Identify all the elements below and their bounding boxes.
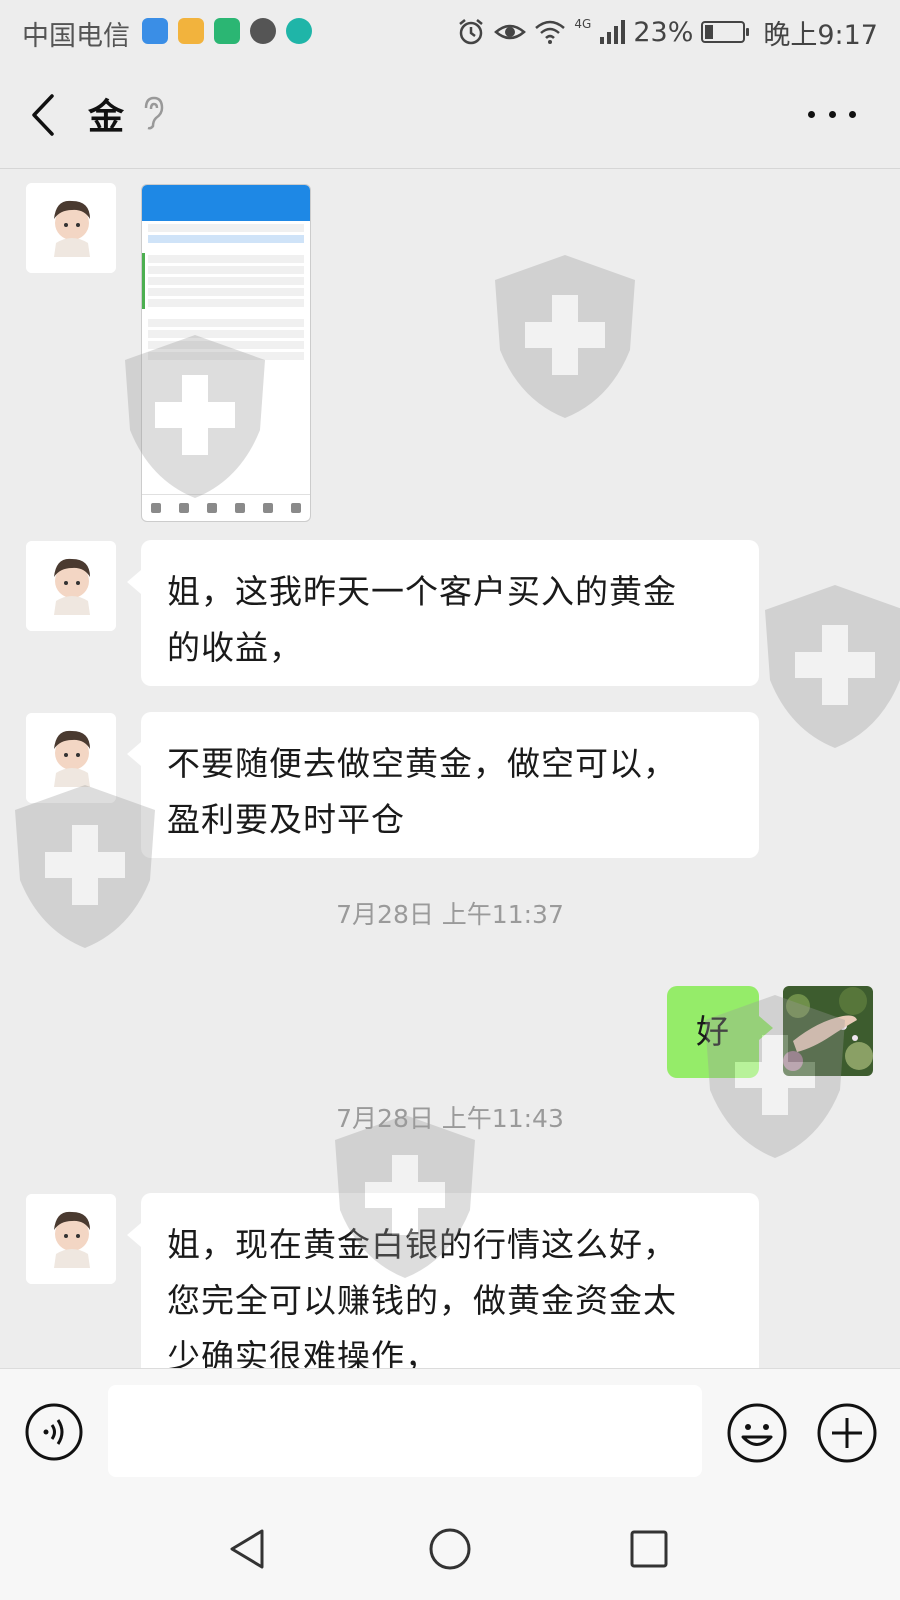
battery-icon [701, 21, 750, 43]
eye-icon [494, 24, 527, 40]
timestamp: 7月28日 上午11:37 [336, 900, 564, 929]
message-input[interactable] [108, 1385, 702, 1477]
baby-avatar-icon [26, 183, 116, 273]
image-message[interactable] [141, 184, 311, 522]
message-text-line: 不要随便去做空黄金，做空可以， [167, 744, 677, 783]
voice-icon [25, 1403, 83, 1461]
battery-percent: 23% [633, 16, 694, 48]
wifi-icon [535, 20, 566, 44]
message-list[interactable]: 姐，这我昨天一个客户买入的黄金 的收益， 不要随便去做空黄金，做空可以， 盈利要… [0, 169, 900, 1369]
plus-icon [817, 1403, 877, 1463]
baby-avatar-icon [26, 541, 116, 631]
more-functions-button[interactable] [816, 1402, 878, 1464]
nav-recents-icon [630, 1530, 668, 1568]
contact-avatar[interactable] [26, 541, 116, 631]
message-bubble-sent[interactable]: 好 [667, 986, 773, 1078]
emoji-button[interactable] [726, 1402, 788, 1464]
nav-back-button[interactable] [226, 1526, 272, 1572]
emoji-icon [727, 1403, 787, 1463]
ear-mode-icon [144, 96, 164, 130]
message-text-line: 盈利要及时平仓 [167, 800, 405, 839]
nav-back-icon [230, 1529, 264, 1569]
input-bar [0, 1368, 900, 1499]
app-notification-icon [142, 18, 168, 44]
message-bubble[interactable]: 姐，现在黄金白银的行情这么好， 您完全可以赚钱的，做黄金资金太 少确实很难操作， [127, 1193, 759, 1369]
message-bubble[interactable]: 姐，这我昨天一个客户买入的黄金 的收益， [127, 540, 759, 686]
nav-recents-button[interactable] [626, 1526, 672, 1572]
back-button[interactable] [24, 90, 64, 140]
chat-notification-icon [250, 18, 276, 44]
signal-icon [600, 20, 626, 44]
chat-title: 金 [88, 97, 125, 138]
message-text-line: 您完全可以赚钱的，做黄金资金太 [167, 1281, 677, 1320]
more-dots-icon [808, 110, 815, 118]
message-text-line: 的收益， [167, 628, 303, 667]
carrier-label: 中国电信 [22, 21, 130, 52]
message-text-line: 姐，现在黄金白银的行情这么好， [167, 1225, 677, 1264]
network-type-label: 4G [574, 17, 592, 31]
status-bar: 中国电信 4G 23% 晚上9:17 [0, 0, 900, 64]
app-notification-icon [178, 18, 204, 44]
message-text-line: 姐，这我昨天一个客户买入的黄金 [167, 572, 677, 611]
voice-button[interactable] [24, 1402, 84, 1462]
baby-avatar-icon [26, 713, 116, 803]
trading-screenshot [142, 185, 310, 221]
message-text-line: 少确实很难操作， [167, 1337, 439, 1369]
nav-home-button[interactable] [427, 1526, 473, 1572]
chat-header: 金 [0, 64, 900, 169]
contact-avatar[interactable] [26, 1194, 116, 1284]
timestamp: 7月28日 上午11:43 [336, 1104, 564, 1133]
more-options-button[interactable] [808, 104, 856, 124]
back-arrow-icon [32, 94, 54, 136]
hand-flower-avatar-icon [783, 986, 873, 1076]
system-nav-bar [0, 1498, 900, 1600]
video-app-icon [214, 18, 240, 44]
alarm-icon [459, 19, 484, 45]
baby-avatar-icon [26, 1194, 116, 1284]
contact-avatar[interactable] [26, 183, 116, 273]
contact-avatar[interactable] [26, 713, 116, 803]
message-bubble[interactable]: 不要随便去做空黄金，做空可以， 盈利要及时平仓 [127, 712, 759, 858]
message-text-line: 好 [696, 1012, 730, 1051]
app-notification-icon [286, 18, 312, 44]
nav-home-icon [429, 1528, 471, 1570]
my-avatar[interactable] [783, 986, 873, 1076]
clock: 晚上9:17 [763, 19, 878, 51]
